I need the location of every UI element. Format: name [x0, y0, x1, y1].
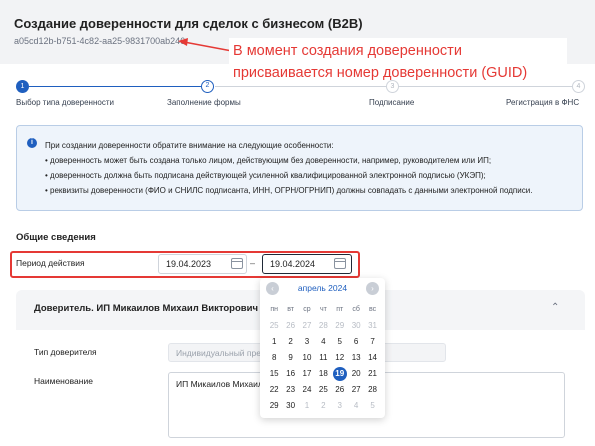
- calendar-day[interactable]: 2: [282, 334, 298, 350]
- step-3-label: Подписание: [369, 98, 415, 107]
- calendar-day[interactable]: 16: [282, 366, 298, 382]
- calendar-grid: пн вт ср чт пт сб вс 25 26 27 28 29 30 31 1 2 3 4 5 6 7 8 9 10 1…: [266, 302, 381, 414]
- calendar-day[interactable]: 6: [348, 334, 364, 350]
- calendar-day[interactable]: 25: [266, 318, 282, 334]
- info-intro: При создании доверенности обратите внима…: [45, 141, 334, 150]
- calendar-day[interactable]: 3: [299, 334, 315, 350]
- calendar-day[interactable]: 28: [364, 382, 380, 398]
- step-3-indicator: 3: [386, 80, 399, 93]
- calendar-day[interactable]: 30: [348, 318, 364, 334]
- calendar-day[interactable]: 1: [266, 334, 282, 350]
- calendar-day[interactable]: 13: [348, 350, 364, 366]
- step-1-indicator[interactable]: 1: [16, 80, 29, 93]
- calendar-day[interactable]: 2: [315, 398, 331, 414]
- calendar-day[interactable]: 24: [299, 382, 315, 398]
- step-4-label: Регистрация в ФНС: [506, 98, 580, 107]
- weekday-label: вт: [287, 306, 294, 313]
- info-icon: i: [27, 138, 37, 148]
- wizard-stepper: 1 2 3 4 Выбор типа доверенности Заполнен…: [0, 78, 595, 108]
- calendar-day[interactable]: 26: [332, 382, 348, 398]
- weekday-label: ср: [303, 306, 311, 313]
- calendar-day[interactable]: 5: [364, 398, 380, 414]
- step-connector: [398, 86, 572, 87]
- calendar-day[interactable]: 26: [282, 318, 298, 334]
- annotation-line-1: В момент создания доверенности: [233, 43, 462, 59]
- calendar-day[interactable]: 20: [348, 366, 364, 382]
- calendar-day[interactable]: 14: [364, 350, 380, 366]
- principal-type-label: Тип доверителя: [34, 347, 97, 357]
- calendar-day[interactable]: 9: [282, 350, 298, 366]
- step-2-indicator[interactable]: 2: [201, 80, 214, 93]
- next-month-button[interactable]: ›: [366, 282, 379, 295]
- calendar-day[interactable]: 30: [282, 398, 298, 414]
- calendar-week-row: 15 16 17 18 19 20 21: [266, 366, 381, 382]
- info-item: • реквизиты доверенности (ФИО и СНИЛС по…: [45, 186, 533, 195]
- calendar-day[interactable]: 18: [315, 366, 331, 382]
- period-dash: –: [250, 258, 256, 268]
- calendar-week-row: 25 26 27 28 29 30 31: [266, 318, 381, 334]
- page-title: Создание доверенности для сделок с бизне…: [14, 16, 363, 31]
- general-section-title: Общие сведения: [16, 232, 96, 243]
- info-text: При создании доверенности обратите внима…: [45, 138, 532, 198]
- calendar-day[interactable]: 27: [299, 318, 315, 334]
- calendar-day-selected[interactable]: 19: [332, 366, 348, 382]
- info-item: • доверенность может быть создана только…: [45, 156, 492, 165]
- principal-name-label: Наименование: [34, 376, 93, 386]
- calendar-day[interactable]: 29: [266, 398, 282, 414]
- poa-guid: a05cd12b-b751-4c82-aa25-9831700ab246: [14, 36, 186, 46]
- calendar-day[interactable]: 22: [266, 382, 282, 398]
- calendar-day[interactable]: 27: [348, 382, 364, 398]
- info-item: • доверенность должна быть подписана дей…: [45, 171, 486, 180]
- calendar-icon[interactable]: [231, 258, 243, 269]
- calendar-week-row: 29 30 1 2 3 4 5: [266, 398, 381, 414]
- calendar-day[interactable]: 7: [364, 334, 380, 350]
- weekday-label: сб: [352, 306, 360, 313]
- step-connector: [215, 86, 389, 87]
- step-4-indicator: 4: [572, 80, 585, 93]
- calendar-day[interactable]: 17: [299, 366, 315, 382]
- date-picker-popup: ‹ апрель 2024 › пн вт ср чт пт сб вс 25 26 27 28 29…: [260, 278, 385, 418]
- weekday-label: чт: [319, 306, 327, 313]
- calendar-day[interactable]: 11: [315, 350, 331, 366]
- period-label: Период действия: [16, 258, 85, 268]
- calendar-week-row: 1234567: [266, 334, 381, 350]
- calendar-week-row: 8 9 10 11 12 13 14: [266, 350, 381, 366]
- calendar-day[interactable]: 10: [299, 350, 315, 366]
- weekday-label: вс: [368, 306, 377, 313]
- calendar-day[interactable]: 15: [266, 366, 282, 382]
- calendar-day[interactable]: 21: [364, 366, 380, 382]
- calendar-week-row: 22 23 24 25 26 27 28: [266, 382, 381, 398]
- step-2-label[interactable]: Заполнение формы: [167, 98, 241, 107]
- calendar-day[interactable]: 28: [315, 318, 331, 334]
- weekday-label: пн: [270, 306, 279, 313]
- calendar-day[interactable]: 8: [266, 350, 282, 366]
- weekday-label: пт: [336, 306, 344, 313]
- calendar-day[interactable]: 4: [315, 334, 331, 350]
- info-notice: i При создании доверенности обратите вни…: [16, 125, 583, 211]
- calendar-day[interactable]: 5: [332, 334, 348, 350]
- annotation-arrow-icon: [178, 38, 233, 52]
- principal-card-title[interactable]: Доверитель. ИП Микаилов Михаил Викторови…: [34, 303, 258, 314]
- calendar-day[interactable]: 29: [332, 318, 348, 334]
- step-connector: [29, 86, 201, 87]
- chevron-up-icon[interactable]: ⌃: [551, 302, 559, 313]
- calendar-day[interactable]: 3: [332, 398, 348, 414]
- step-1-label[interactable]: Выбор типа доверенности: [16, 98, 114, 107]
- calendar-day[interactable]: 31: [364, 318, 380, 334]
- calendar-day[interactable]: 23: [282, 382, 298, 398]
- calendar-icon[interactable]: [334, 258, 346, 269]
- calendar-day[interactable]: 4: [348, 398, 364, 414]
- calendar-day[interactable]: 25: [315, 382, 331, 398]
- calendar-day[interactable]: 1: [299, 398, 315, 414]
- calendar-day[interactable]: 12: [332, 350, 348, 366]
- calendar-weekday-row: пн вт ср чт пт сб вс: [266, 302, 381, 318]
